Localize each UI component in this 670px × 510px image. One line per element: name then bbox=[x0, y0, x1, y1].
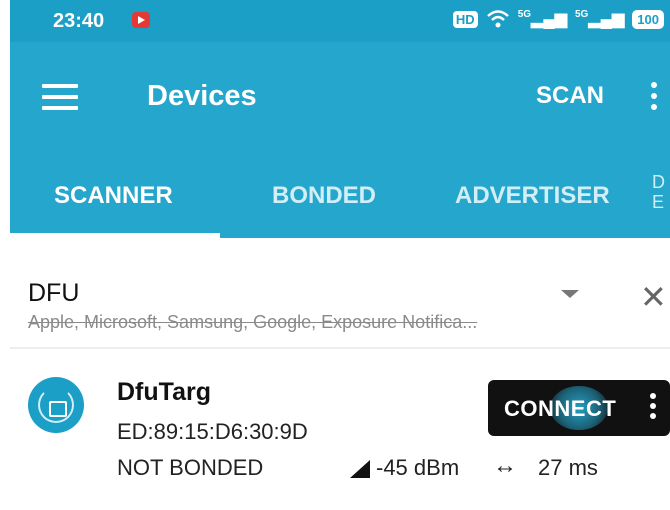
connect-label: CONNECT bbox=[504, 396, 617, 421]
signal-5g-label: 5G bbox=[575, 9, 589, 20]
signal-5g-icon: 5G▂▄▆ bbox=[575, 9, 625, 28]
signal-strength-icon bbox=[350, 460, 370, 478]
device-address: ED:89:15:D6:30:9D bbox=[117, 419, 308, 444]
more-options-icon[interactable] bbox=[651, 82, 657, 112]
status-time: 23:40 bbox=[53, 10, 105, 32]
more-options-icon[interactable] bbox=[650, 393, 656, 423]
bond-status: NOT BONDED bbox=[117, 455, 264, 480]
status-bar: 23:40 HD 5G▂▄▆ 5G▂▄▆ 100 bbox=[10, 0, 670, 42]
device-name: DfuTarg bbox=[117, 378, 211, 406]
app-bar: Devices SCAN SCANNER BONDED ADVERTISER D… bbox=[10, 42, 670, 238]
tab-scanner[interactable]: SCANNER bbox=[54, 182, 173, 210]
filter-title[interactable]: DFU bbox=[28, 279, 79, 308]
tab-bonded[interactable]: BONDED bbox=[272, 182, 376, 210]
rssi-value: -45 dBm bbox=[376, 455, 460, 480]
tab-partial[interactable]: D E bbox=[652, 172, 670, 212]
connect-button[interactable]: CONNECT bbox=[488, 380, 670, 436]
interval-arrows-icon: ↔ bbox=[493, 452, 517, 479]
status-icons: HD 5G▂▄▆ 5G▂▄▆ 100 bbox=[452, 9, 664, 29]
signal-5g-icon: 5G▂▄▆ bbox=[517, 9, 567, 28]
interval-value: 27 ms bbox=[538, 455, 598, 480]
scan-button[interactable]: SCAN bbox=[536, 82, 604, 110]
tab-indicator bbox=[10, 233, 220, 238]
hd-icon: HD bbox=[452, 10, 478, 28]
signal-5g-label: 5G bbox=[517, 9, 532, 20]
divider bbox=[10, 347, 670, 349]
filter-subtitle: Apple, Microsoft, Samsung, Google, Expos… bbox=[28, 312, 478, 332]
tab-advertiser[interactable]: ADVERTISER bbox=[455, 182, 610, 210]
menu-icon[interactable] bbox=[42, 84, 78, 110]
wifi-icon bbox=[486, 10, 509, 28]
dropdown-arrow-icon[interactable] bbox=[561, 290, 579, 298]
tab-bar: SCANNER BONDED ADVERTISER D E bbox=[10, 162, 670, 238]
youtube-notification-icon bbox=[132, 12, 150, 28]
page-title: Devices bbox=[147, 80, 257, 112]
dfu-device-icon bbox=[28, 377, 84, 433]
close-icon[interactable]: ✕ bbox=[640, 278, 667, 316]
battery-icon: 100 bbox=[632, 9, 664, 29]
